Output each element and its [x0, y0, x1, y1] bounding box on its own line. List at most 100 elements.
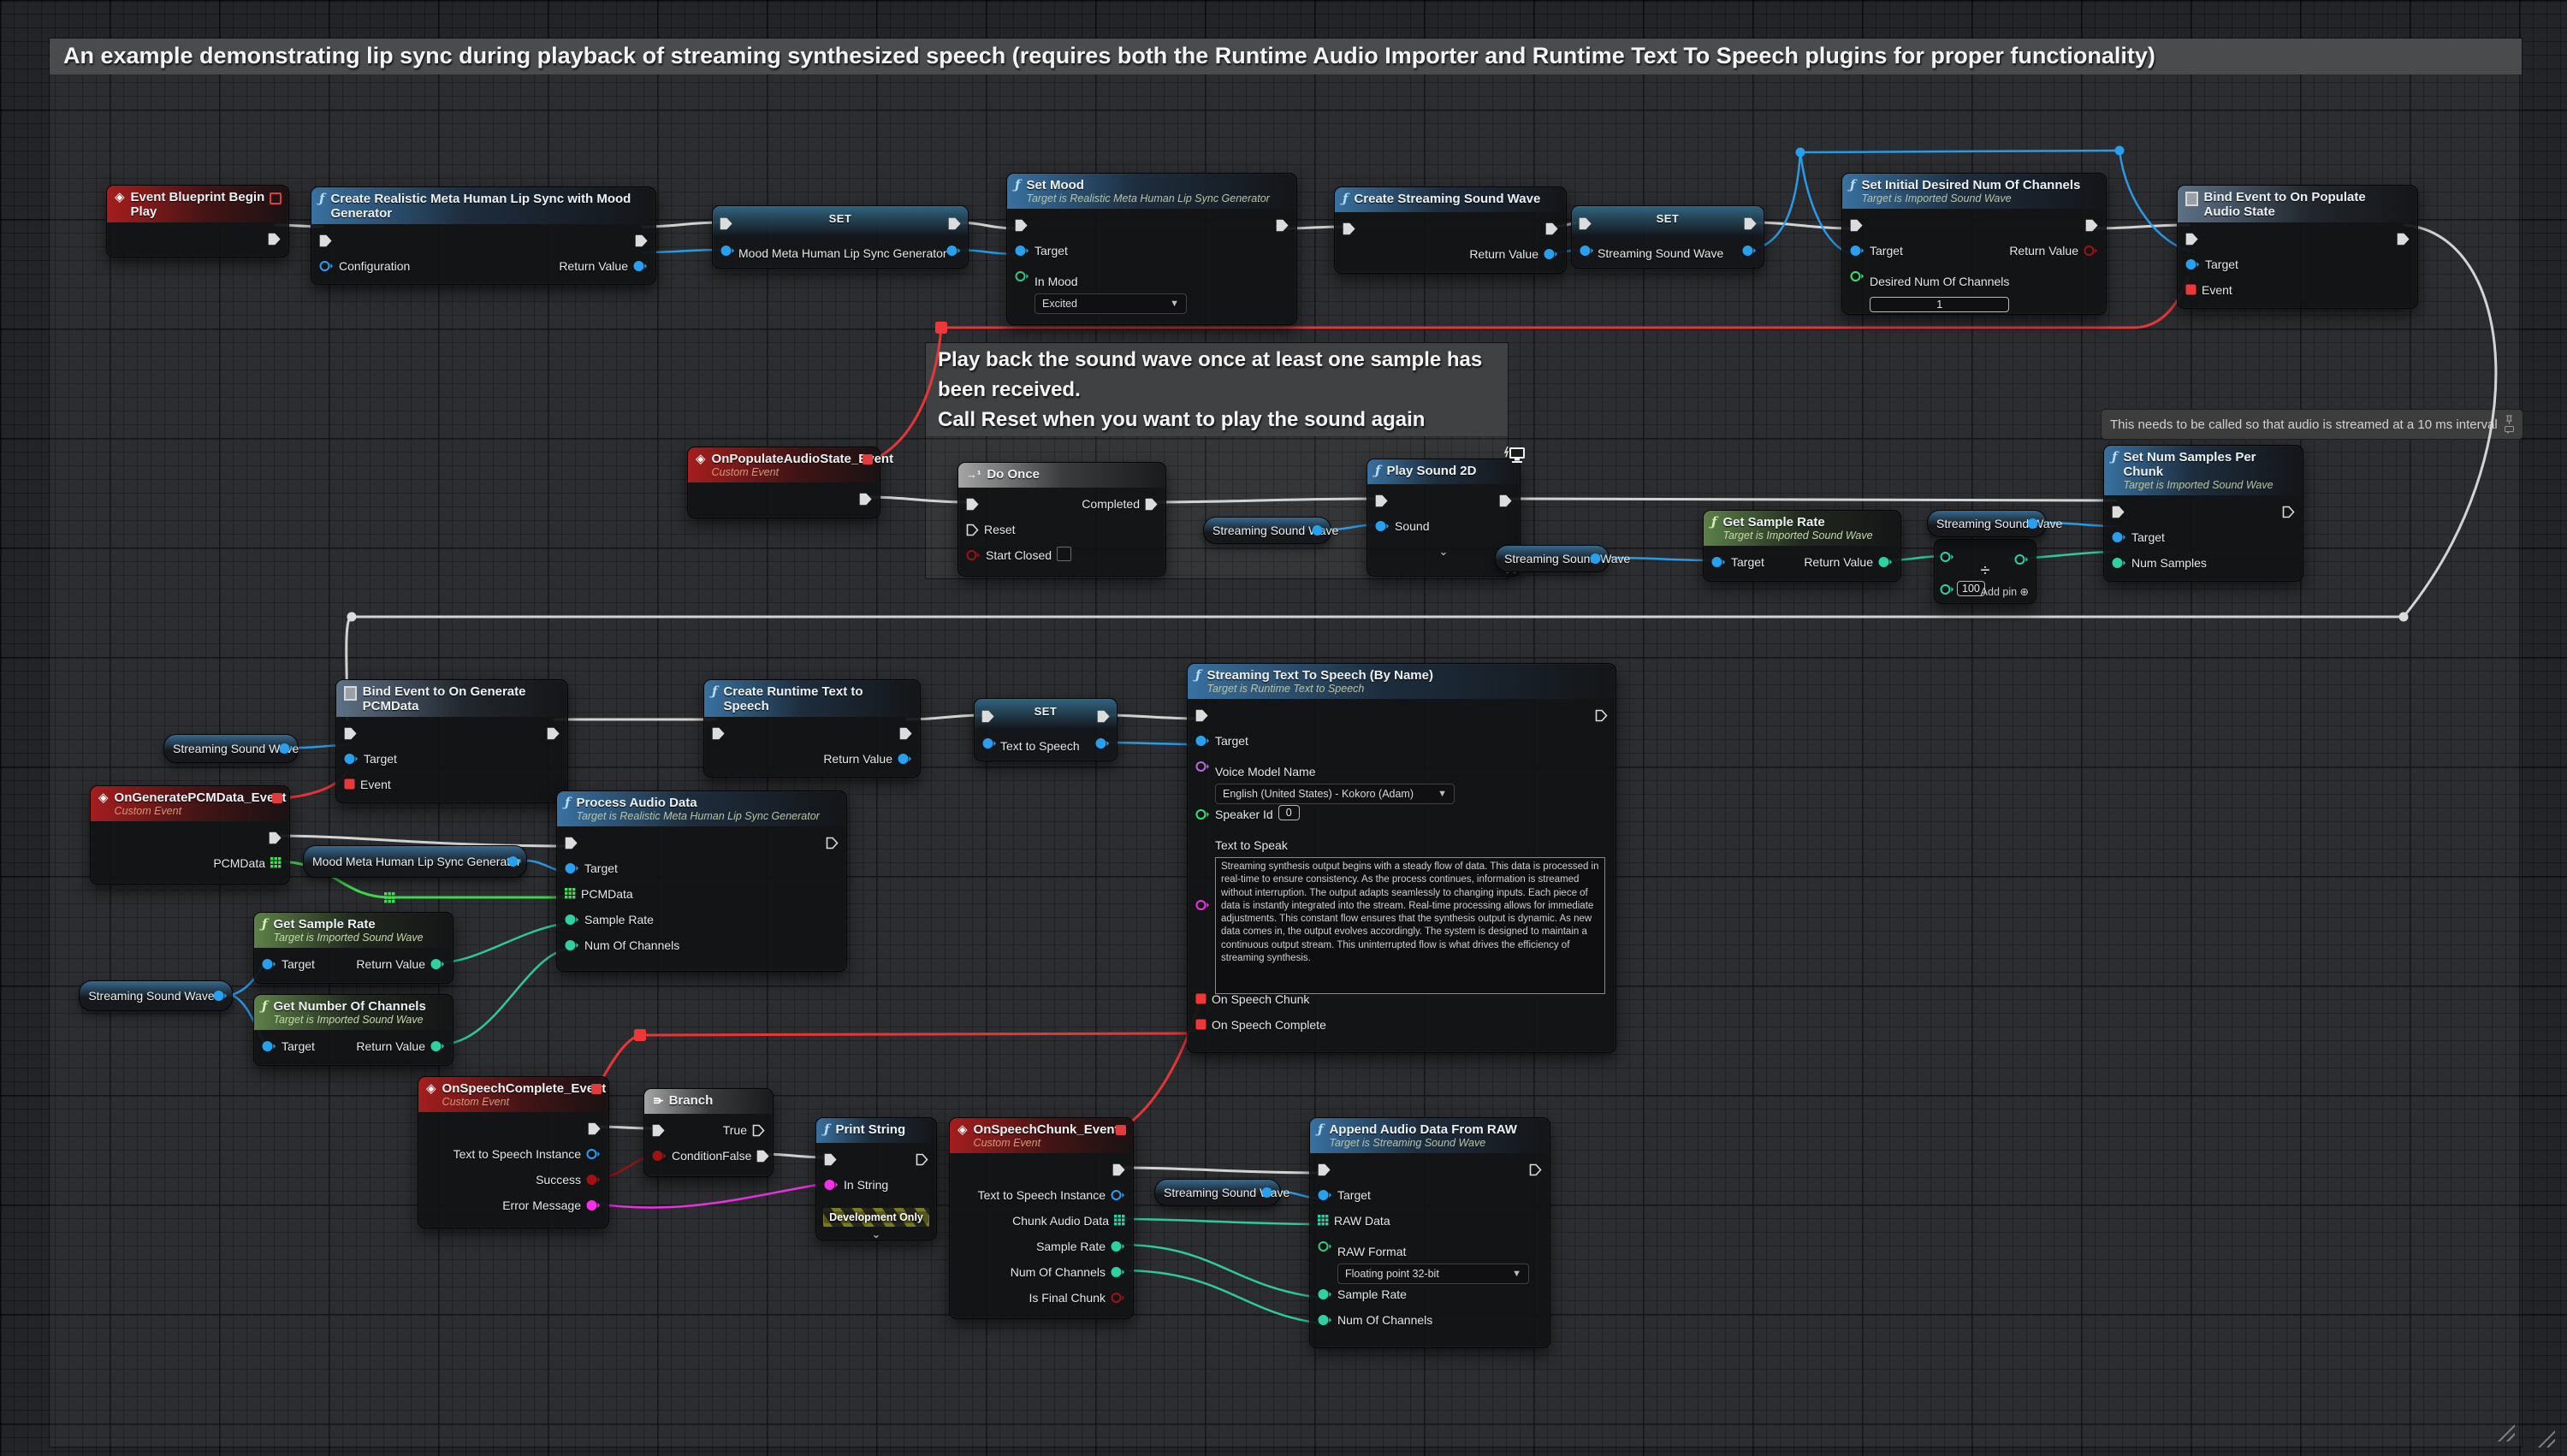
desired-num-of-channels-pin[interactable] [1850, 270, 1864, 282]
target-pin[interactable] [2112, 531, 2126, 543]
exec-pin[interactable] [2112, 506, 2125, 518]
in-mood-pin[interactable] [1015, 270, 1029, 282]
exec-pin[interactable] [966, 498, 979, 511]
exec-pin[interactable] [565, 837, 578, 849]
wire[interactable] [1104, 743, 1199, 744]
dividend-pin[interactable] [1940, 551, 1954, 563]
node-header[interactable]: ƒPlay Sound 2D [1367, 459, 1520, 484]
set-streaming-sound-wave-variable-node[interactable]: SET Streaming Sound Wave [1571, 205, 1764, 269]
node-header[interactable]: ƒGet Sample RateTarget is Imported Sound… [254, 913, 453, 948]
reroute-node[interactable] [1796, 148, 1805, 157]
divisor-pin[interactable] [1940, 583, 1954, 595]
wire[interactable] [593, 1028, 1199, 1095]
exec-pin[interactable] [859, 493, 872, 506]
pill-streaming-sound-wave-3[interactable]: Streaming Sound Wave [163, 734, 299, 763]
node-header[interactable]: →¹Do Once [958, 463, 1165, 488]
return-value-pin[interactable] [2084, 245, 2098, 257]
reset-pin[interactable] [966, 524, 979, 536]
sound-pin[interactable] [1375, 520, 1390, 532]
add-pin-button[interactable]: Add pin ⊕ [1981, 585, 2029, 598]
node-header[interactable]: ◈Event Blueprint Begin Play [107, 186, 288, 222]
bind-event-to-on-generate-pcmdata-node[interactable]: Bind Event to On Generate PCMDataTargetE… [335, 679, 568, 803]
delegate-badge[interactable] [863, 454, 873, 465]
success-pin[interactable] [586, 1174, 601, 1186]
exec-pin[interactable] [1375, 494, 1388, 507]
wire[interactable] [1120, 1168, 1321, 1173]
set-mood-generator-variable-node[interactable]: SET Mood Meta Human Lip Sync Generator [712, 205, 969, 269]
process-audio-data-node[interactable]: ƒProcess Audio DataTarget is Realistic M… [556, 790, 847, 972]
event-pin[interactable] [344, 778, 355, 790]
on-speech-complete-pin[interactable] [1195, 1019, 1206, 1030]
target-pin[interactable] [2185, 258, 2200, 270]
exec-pin[interactable] [1499, 494, 1512, 507]
configuration-pin[interactable] [319, 260, 334, 272]
delegate-badge[interactable] [591, 1084, 602, 1094]
exec-pin[interactable] [1276, 219, 1289, 232]
on-speech-complete-event-node[interactable]: ◈OnSpeechComplete_EventCustom EventText … [418, 1076, 609, 1228]
wire[interactable] [1507, 499, 2115, 500]
node-header[interactable]: ƒSet Num Samples Per ChunkTarget is Impo… [2104, 446, 2303, 495]
set-text-to-speech-variable-node[interactable]: SET Text to Speech [974, 698, 1118, 761]
exec-pin[interactable] [269, 832, 282, 844]
var-out-pin[interactable] [2027, 518, 2042, 530]
exec-pin[interactable] [2185, 233, 2198, 246]
pill-streaming-sound-wave-6[interactable]: Streaming Sound Wave [1154, 1179, 1281, 1206]
pill-streaming-sound-wave-5[interactable]: Streaming Sound Wave [79, 980, 233, 1011]
divide-node-node[interactable]: ÷ 100 Add pin ⊕ [1934, 539, 2036, 604]
var-in-pin[interactable] [982, 737, 997, 749]
node-header[interactable]: ƒProcess Audio DataTarget is Realistic M… [557, 791, 846, 826]
condition-pin[interactable] [652, 1150, 667, 1162]
exec-in-pin[interactable] [720, 217, 732, 230]
wire[interactable] [1120, 1270, 1321, 1323]
get-number-of-channels-node[interactable]: ƒGet Number Of ChannelsTarget is Importe… [253, 994, 454, 1066]
var-out-pin[interactable] [213, 990, 228, 1002]
pcmdata-pin[interactable] [565, 888, 576, 899]
exec-pin[interactable] [916, 1153, 928, 1166]
node-header[interactable]: ƒSet Initial Desired Num Of ChannelsTarg… [1842, 174, 2106, 209]
streaming-text-to-speech-by-name-node[interactable]: ƒStreaming Text To Speech (By Name)Targe… [1187, 663, 1616, 1053]
number-input[interactable]: 0 [1278, 805, 1300, 820]
node-header[interactable]: ƒGet Number Of ChannelsTarget is Importe… [254, 995, 453, 1030]
target-pin[interactable] [1711, 556, 1726, 568]
exec-pin[interactable] [1595, 709, 1608, 722]
return-value-pin[interactable] [633, 260, 648, 272]
exec-pin[interactable] [1545, 222, 1558, 235]
node-header[interactable]: ◈OnSpeechChunk_EventCustom Event [950, 1118, 1133, 1153]
wire[interactable] [2093, 225, 2189, 228]
return-value-pin[interactable] [1878, 556, 1893, 568]
result-pin[interactable] [2014, 553, 2029, 565]
reroute-node[interactable] [2399, 613, 2409, 622]
array-reroute-node[interactable] [384, 892, 394, 903]
reroute-node[interactable] [347, 613, 357, 622]
pill-mood-lipsync-generator[interactable]: Mood Meta Human Lip Sync Generator [303, 845, 527, 878]
var-out-pin[interactable] [1590, 553, 1604, 565]
exec-pin[interactable] [344, 727, 357, 740]
expand-chevron-icon[interactable]: ⌄ [816, 1229, 936, 1240]
completed-pin[interactable] [1145, 498, 1158, 511]
append-audio-data-from-raw-node[interactable]: ƒAppend Audio Data From RAWTarget is Str… [1309, 1117, 1550, 1348]
exec-pin[interactable] [899, 727, 912, 740]
print-string-node[interactable]: ƒPrint StringIn StringDevelopment Only⌄ [815, 1117, 937, 1240]
target-pin[interactable] [1195, 735, 1210, 747]
node-header[interactable]: ◈OnSpeechComplete_EventCustom Event [418, 1077, 608, 1112]
is-final-chunk-pin[interactable] [1111, 1292, 1125, 1304]
node-header[interactable]: ƒCreate Streaming Sound Wave [1335, 187, 1566, 212]
exec-pin[interactable] [2397, 233, 2410, 246]
chunk-audio-data-pin[interactable] [1114, 1215, 1125, 1226]
target-pin[interactable] [565, 862, 579, 874]
false-pin[interactable] [756, 1150, 769, 1163]
text-to-speak-pin[interactable] [1195, 899, 1210, 911]
on-speech-chunk-pin[interactable] [1195, 993, 1206, 1004]
text-to-speech-instance-pin[interactable] [1111, 1189, 1125, 1201]
node-header[interactable]: ⋔Branch [644, 1089, 773, 1114]
set-initial-desired-num-of-channels-node[interactable]: ƒSet Initial Desired Num Of ChannelsTarg… [1841, 173, 2107, 315]
exec-pin[interactable] [826, 837, 839, 849]
on-populate-audio-state-event-node[interactable]: ◈OnPopulateAudioState_EventCustom Event [687, 447, 880, 518]
do-once-node[interactable]: →¹Do OnceCompletedResetStart Closed [957, 462, 1166, 577]
sample-rate-pin[interactable] [1318, 1288, 1332, 1300]
start-closed-pin[interactable] [966, 549, 981, 561]
wire[interactable] [1800, 151, 2119, 152]
exec-pin[interactable] [635, 234, 648, 247]
event-blueprint-begin-play-node[interactable]: ◈Event Blueprint Begin Play [106, 185, 289, 257]
exec-out-pin[interactable] [1097, 710, 1110, 723]
